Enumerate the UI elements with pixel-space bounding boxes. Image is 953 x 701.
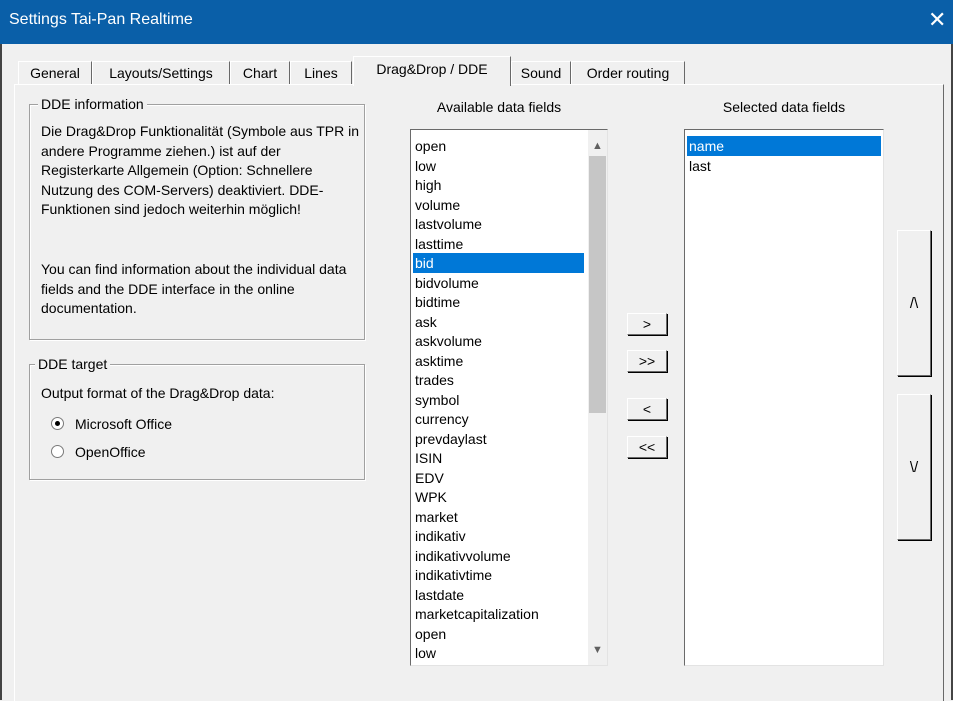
list-item[interactable]: marketcapitalization bbox=[413, 604, 584, 624]
list-item[interactable]: low bbox=[413, 643, 584, 663]
tab-layouts-settings[interactable]: Layouts/Settings bbox=[92, 61, 230, 84]
microsoft-office-radio[interactable] bbox=[51, 417, 64, 430]
tab-general[interactable]: General bbox=[18, 61, 92, 84]
list-item[interactable]: currency bbox=[413, 409, 584, 429]
list-item[interactable]: high bbox=[413, 175, 584, 195]
radio-selected-dot bbox=[55, 421, 60, 426]
available-fields-label: Available data fields bbox=[436, 99, 562, 115]
selected-fields-label: Selected data fields bbox=[722, 99, 846, 115]
list-item[interactable]: prevdaylast bbox=[413, 429, 584, 449]
add-all-fields-button[interactable]: >> bbox=[627, 350, 667, 372]
tab-chart[interactable]: Chart bbox=[230, 61, 290, 84]
list-item[interactable]: lasttime bbox=[413, 234, 584, 254]
list-item[interactable]: indikativ bbox=[413, 526, 584, 546]
move-up-button[interactable]: /\ bbox=[897, 230, 931, 376]
window-border-left bbox=[0, 44, 2, 700]
dde-information-title: DDE information bbox=[38, 95, 147, 113]
list-item[interactable]: bidvolume bbox=[413, 273, 584, 293]
list-item[interactable]: bidtime bbox=[413, 292, 584, 312]
dde-info-paragraph-2: You can find information about the indiv… bbox=[41, 261, 347, 316]
available-list-scrollbar[interactable]: ▲ ▼ bbox=[588, 130, 607, 665]
list-item[interactable]: volume bbox=[413, 195, 584, 215]
available-fields-list[interactable]: open low high volume lastvolume lasttime bid bi… bbox=[410, 129, 608, 666]
selected-fields-list[interactable]: name last bbox=[684, 129, 884, 666]
dde-info-paragraph-1: Die Drag&Drop Funktionalität (Symbole au… bbox=[41, 123, 359, 217]
remove-field-button[interactable]: < bbox=[627, 398, 667, 420]
remove-all-fields-button[interactable]: << bbox=[627, 436, 667, 458]
output-format-label: Output format of the Drag&Drop data: bbox=[41, 385, 275, 401]
list-item[interactable]: lastdate bbox=[413, 585, 584, 605]
window-title: Settings Tai-Pan Realtime bbox=[9, 11, 193, 28]
list-item[interactable]: open bbox=[413, 136, 584, 156]
openoffice-label[interactable]: OpenOffice bbox=[75, 443, 146, 461]
tab-lines[interactable]: Lines bbox=[290, 61, 352, 84]
list-item[interactable]: low bbox=[413, 156, 584, 176]
list-item[interactable]: WPK bbox=[413, 487, 584, 507]
dde-target-title: DDE target bbox=[35, 355, 111, 373]
list-item[interactable]: symbol bbox=[413, 390, 584, 410]
tab-sound[interactable]: Sound bbox=[511, 61, 571, 84]
list-item[interactable]: lastvolume bbox=[413, 214, 584, 234]
list-item[interactable]: trades bbox=[413, 370, 584, 390]
microsoft-office-label[interactable]: Microsoft Office bbox=[75, 415, 172, 433]
move-down-button[interactable]: \/ bbox=[897, 394, 931, 540]
list-item[interactable]: indikativtime bbox=[413, 565, 584, 585]
dde-information-group: DDE information Die Drag&Drop Funktional… bbox=[29, 95, 365, 340]
list-item[interactable]: market bbox=[413, 507, 584, 527]
list-item[interactable]: open bbox=[413, 624, 584, 644]
list-item[interactable]: bid bbox=[413, 253, 584, 273]
dde-target-group: DDE target Output format of the Drag&Dro… bbox=[29, 355, 365, 480]
list-item[interactable]: ask bbox=[413, 312, 584, 332]
list-item[interactable]: askvolume bbox=[413, 331, 584, 351]
list-item[interactable]: last bbox=[687, 156, 881, 176]
close-icon[interactable]: ✕ bbox=[928, 8, 946, 32]
scroll-up-icon[interactable]: ▲ bbox=[589, 138, 606, 155]
list-item[interactable]: EDV bbox=[413, 468, 584, 488]
openoffice-radio[interactable] bbox=[51, 445, 64, 458]
title-bar: Settings Tai-Pan Realtime ✕ bbox=[0, 0, 953, 44]
list-item[interactable]: indikativvolume bbox=[413, 546, 584, 566]
scroll-thumb[interactable] bbox=[589, 156, 606, 413]
tab-order-routing[interactable]: Order routing bbox=[571, 61, 685, 84]
tab-drag-drop-dde[interactable]: Drag&Drop / DDE bbox=[353, 56, 511, 86]
list-item[interactable]: ISIN bbox=[413, 448, 584, 468]
add-field-button[interactable]: > bbox=[627, 313, 667, 335]
scroll-down-icon[interactable]: ▼ bbox=[589, 642, 606, 659]
list-item[interactable]: name bbox=[687, 136, 881, 156]
list-item[interactable]: asktime bbox=[413, 351, 584, 371]
